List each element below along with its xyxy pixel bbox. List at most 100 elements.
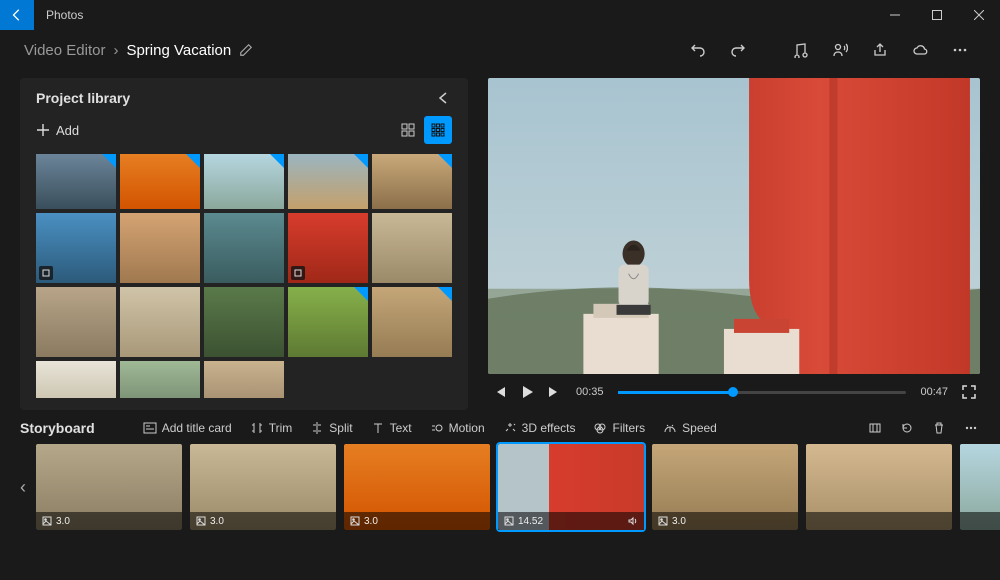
library-thumb[interactable] [288, 213, 368, 283]
storyboard-clip[interactable]: 3.0 [344, 444, 490, 530]
text-icon [371, 421, 385, 435]
storyboard-clip[interactable]: 3.0 [190, 444, 336, 530]
storyboard-clip[interactable]: 3.0 [36, 444, 182, 530]
storyboard-title: Storyboard [20, 420, 95, 436]
trash-icon [932, 421, 946, 435]
more-icon [964, 421, 978, 435]
library-thumb[interactable] [204, 361, 284, 398]
more-icon [952, 42, 968, 58]
storyboard-clip[interactable]: 14.52 [498, 444, 644, 530]
music-button[interactable] [784, 34, 816, 66]
add-title-card-button[interactable]: Add title card [143, 421, 232, 435]
storyboard: Storyboard Add title card Trim Split Tex… [0, 410, 1000, 544]
grid-large-icon [401, 123, 415, 137]
edit-icon[interactable] [239, 43, 253, 57]
preview-canvas[interactable] [488, 78, 980, 374]
custom-audio-button[interactable] [824, 34, 856, 66]
volume-icon[interactable] [628, 516, 638, 526]
undo-icon [690, 42, 706, 58]
library-thumb[interactable] [372, 154, 452, 209]
prev-button[interactable] [492, 385, 506, 399]
speed-icon [663, 421, 677, 435]
storyboard-more-button[interactable] [962, 421, 980, 435]
titlebar: Photos [0, 0, 1000, 30]
text-button[interactable]: Text [371, 421, 412, 435]
play-button[interactable] [520, 385, 534, 399]
grid-large-button[interactable] [394, 116, 422, 144]
resize-icon [868, 421, 882, 435]
image-icon [658, 516, 668, 526]
maximize-button[interactable] [916, 0, 958, 30]
add-label: Add [56, 123, 79, 138]
trim-button[interactable]: Trim [250, 421, 293, 435]
split-button[interactable]: Split [310, 421, 352, 435]
image-icon [196, 516, 206, 526]
breadcrumb-root[interactable]: Video Editor [24, 42, 105, 59]
library-thumb[interactable] [36, 154, 116, 209]
delete-button[interactable] [930, 421, 948, 435]
library-thumb[interactable] [204, 154, 284, 209]
plus-icon [36, 123, 50, 137]
filters-button[interactable]: Filters [593, 421, 645, 435]
next-button[interactable] [548, 385, 562, 399]
total-time: 00:47 [920, 386, 948, 398]
more-button[interactable] [944, 34, 976, 66]
progress-bar[interactable] [618, 391, 907, 394]
cloud-button[interactable] [904, 34, 936, 66]
person-sound-icon [832, 42, 848, 58]
rotate-button[interactable] [898, 421, 916, 435]
trim-icon [250, 421, 264, 435]
speed-button[interactable]: Speed [663, 421, 717, 435]
grid-small-button[interactable] [424, 116, 452, 144]
undo-button[interactable] [682, 34, 714, 66]
library-thumb[interactable] [204, 213, 284, 283]
library-thumb[interactable] [36, 287, 116, 357]
library-thumb[interactable] [36, 213, 116, 283]
storyboard-clip[interactable] [806, 444, 952, 530]
clip-strip: 3.03.03.014.523.0 [36, 444, 1000, 530]
library-thumb[interactable] [372, 287, 452, 357]
title-card-icon [143, 421, 157, 435]
close-icon [974, 10, 984, 20]
3d-effects-button[interactable]: 3D effects [503, 421, 576, 435]
music-icon [792, 42, 808, 58]
export-button[interactable] [864, 34, 896, 66]
motion-button[interactable]: Motion [430, 421, 485, 435]
export-icon [872, 42, 888, 58]
library-thumb[interactable] [372, 213, 452, 283]
back-button[interactable] [0, 0, 34, 30]
minimize-icon [890, 10, 900, 20]
library-thumb[interactable] [204, 287, 284, 357]
fullscreen-button[interactable] [962, 385, 976, 399]
storyboard-clip[interactable]: 3.0 [652, 444, 798, 530]
close-button[interactable] [958, 0, 1000, 30]
add-button[interactable]: Add [36, 123, 79, 138]
preview-image [488, 78, 980, 374]
library-thumbs [36, 154, 452, 398]
library-title: Project library [36, 90, 130, 106]
motion-icon [430, 421, 444, 435]
app-title: Photos [34, 8, 83, 22]
filters-icon [593, 421, 607, 435]
resize-button[interactable] [866, 421, 884, 435]
library-thumb[interactable] [120, 361, 200, 398]
current-time: 00:35 [576, 386, 604, 398]
sparkle-icon [503, 421, 517, 435]
collapse-arrow-icon[interactable] [436, 90, 452, 106]
storyboard-clip[interactable] [960, 444, 1000, 530]
strip-prev-button[interactable]: ‹ [20, 477, 26, 498]
minimize-button[interactable] [874, 0, 916, 30]
image-icon [42, 516, 52, 526]
image-icon [504, 516, 514, 526]
preview-controls: 00:35 00:47 [488, 374, 980, 410]
image-icon [350, 516, 360, 526]
library-thumb[interactable] [120, 154, 200, 209]
library-thumb[interactable] [36, 361, 116, 398]
arrow-left-icon [10, 8, 24, 22]
library-thumb[interactable] [288, 154, 368, 209]
redo-button[interactable] [722, 34, 754, 66]
library-thumb[interactable] [120, 213, 200, 283]
library-thumb[interactable] [120, 287, 200, 357]
library-thumb[interactable] [288, 287, 368, 357]
rotate-icon [900, 421, 914, 435]
